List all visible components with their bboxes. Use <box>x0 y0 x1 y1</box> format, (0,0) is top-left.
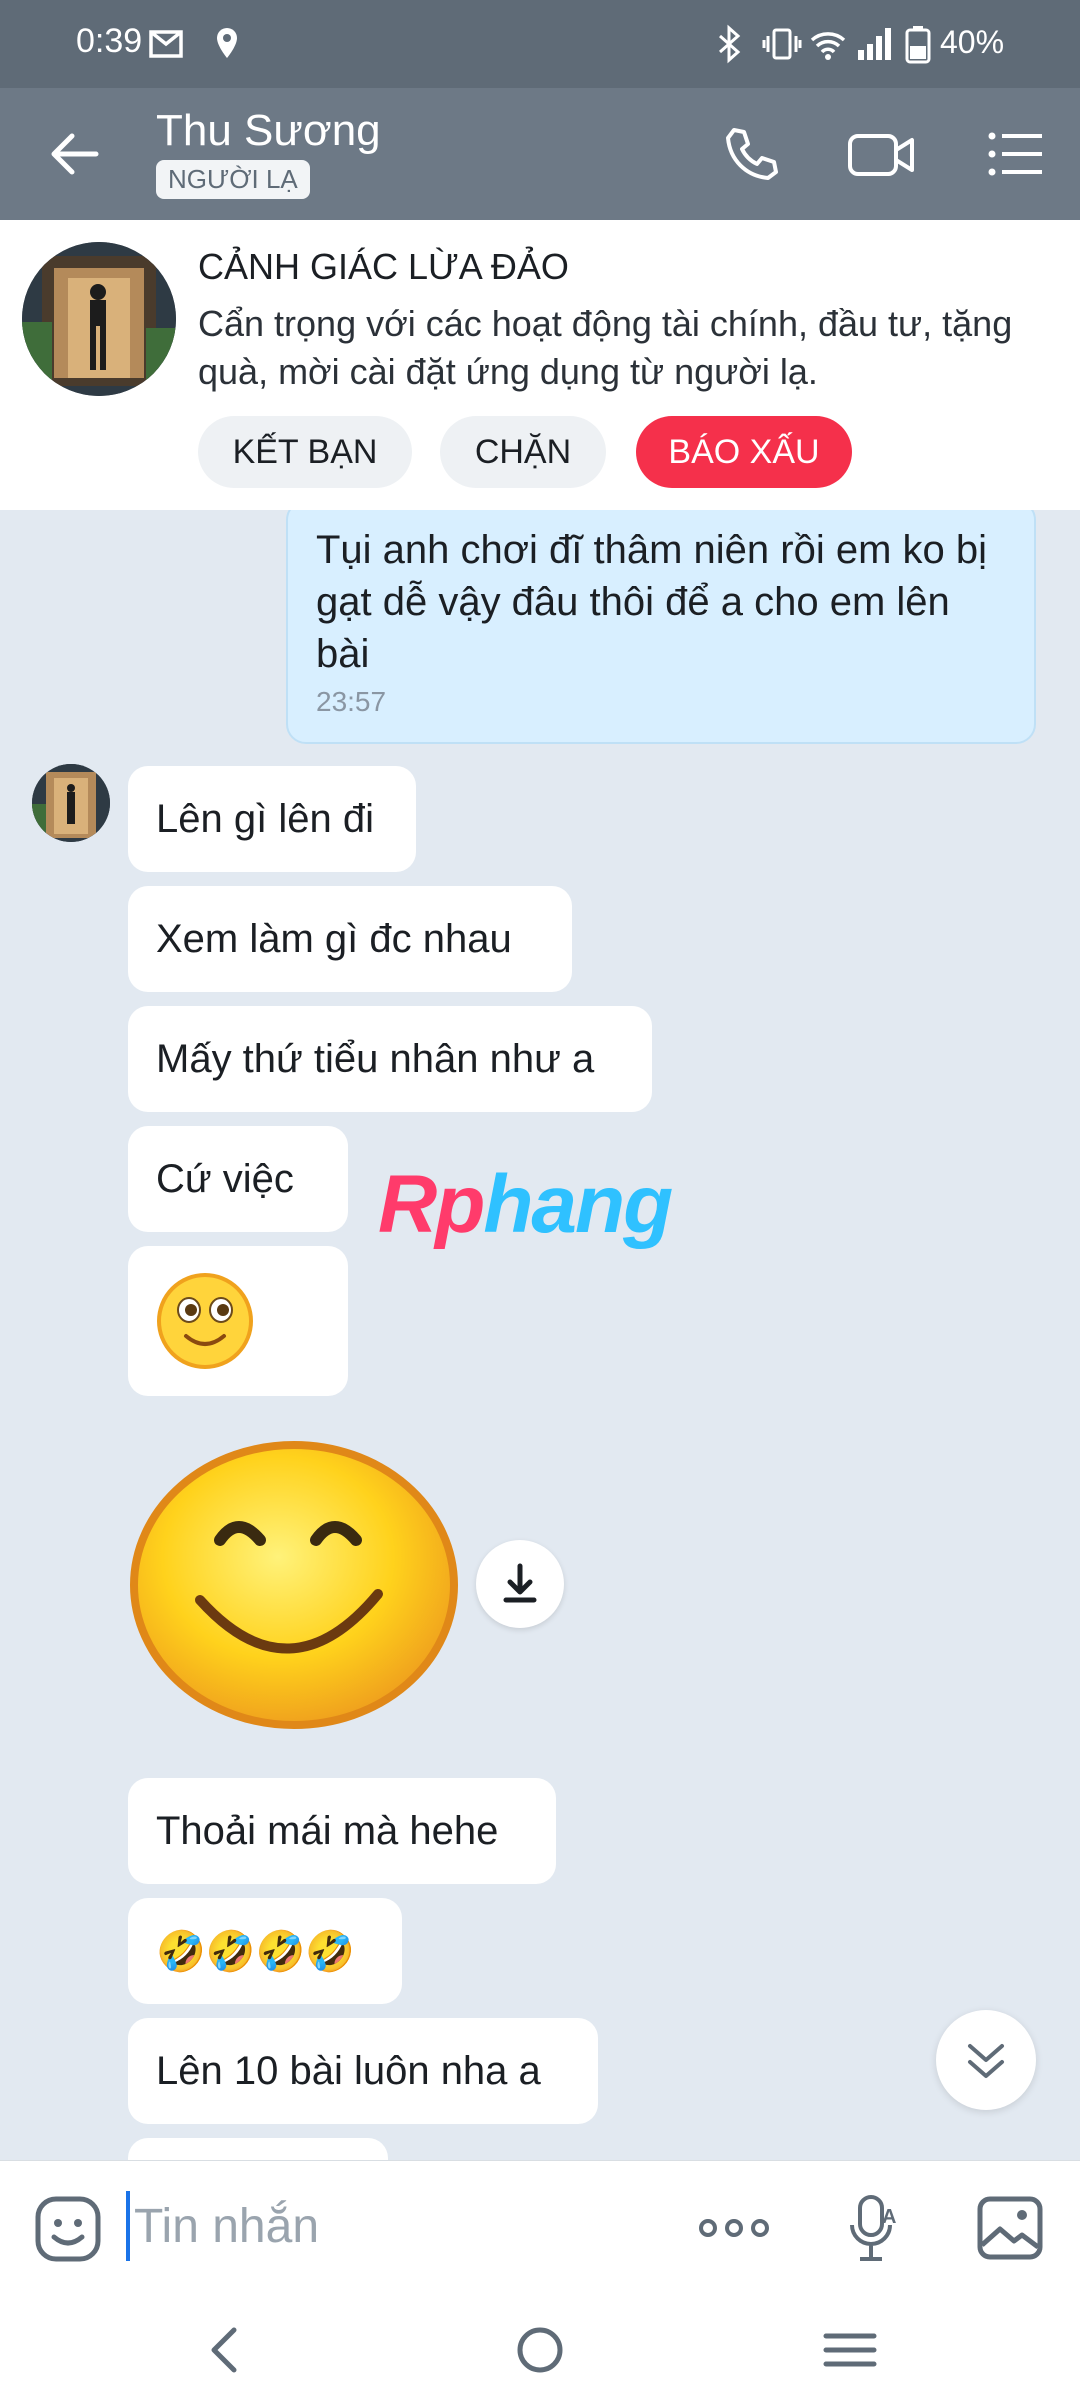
warning-description: Cẩn trọng với các hoạt động tài chính, đ… <box>198 303 1013 392</box>
emoji-message[interactable] <box>128 1246 348 1396</box>
add-friend-button[interactable]: KẾT BẠN <box>198 416 412 488</box>
incoming-message[interactable]: Lên 10 bài luôn nha a <box>128 2018 598 2124</box>
watermark-logo: Rphang <box>378 1158 673 1252</box>
vibrate-icon <box>762 28 802 60</box>
warning-title: CẢNH GIÁC LỪA ĐẢO <box>198 246 569 287</box>
sticker-emoji-icon[interactable] <box>34 2195 102 2263</box>
incoming-message[interactable]: Mấy thứ tiểu nhân như a <box>128 1006 652 1112</box>
bluetooth-icon <box>719 24 741 64</box>
video-call-icon[interactable] <box>846 122 918 186</box>
status-bar: 0:39 40% <box>0 0 1080 88</box>
double-chevron-down-icon <box>968 2044 1004 2078</box>
incoming-message[interactable]: Cứ việc <box>128 1126 348 1232</box>
incoming-message[interactable]: 🤣🤣🤣🤣 <box>128 1898 402 2004</box>
scam-warning-card: CẢNH GIÁC LỪA ĐẢO Cẩn trọng với các hoạt… <box>0 220 1080 510</box>
smiling-emoji-icon <box>157 1273 253 1369</box>
nav-back-icon[interactable] <box>196 2320 256 2380</box>
message-input-bar: A <box>0 2160 1080 2290</box>
download-icon <box>503 1563 537 1603</box>
download-button[interactable] <box>476 1540 564 1628</box>
gmail-icon <box>149 30 183 58</box>
watermark-part2: hang <box>483 1159 673 1250</box>
message-timestamp: 23:57 <box>316 686 387 717</box>
back-arrow-icon[interactable] <box>44 122 108 186</box>
watermark-part1: Rp <box>378 1159 485 1250</box>
chat-header: Thu Sương NGƯỜI LẠ <box>0 88 1080 220</box>
signal-icon <box>858 28 891 60</box>
more-options-icon[interactable] <box>696 2193 772 2263</box>
nav-home-icon[interactable] <box>510 2320 570 2380</box>
voice-to-text-icon[interactable]: A <box>846 2193 902 2263</box>
system-navigation-bar <box>0 2290 1080 2408</box>
scroll-to-bottom-button[interactable] <box>936 2010 1036 2110</box>
message-list[interactable]: Tụi anh chơi đĩ thâm niên rồi em ko bị g… <box>0 510 1080 2160</box>
contact-avatar[interactable] <box>22 242 176 396</box>
wifi-icon <box>810 32 846 60</box>
status-time: 0:39 <box>76 22 143 60</box>
incoming-message-partial[interactable] <box>128 2138 388 2160</box>
message-text: Tụi anh chơi đĩ thâm niên rồi em ko bị g… <box>316 528 987 676</box>
nav-recents-icon[interactable] <box>820 2320 880 2380</box>
stranger-badge: NGƯỜI LẠ <box>156 160 310 199</box>
block-button[interactable]: CHẶN <box>440 416 606 488</box>
location-icon <box>217 28 237 58</box>
incoming-message[interactable]: Thoải mái mà hehe <box>128 1778 556 1884</box>
report-button[interactable]: BÁO XẤU <box>636 416 852 488</box>
menu-list-icon[interactable] <box>984 122 1048 186</box>
incoming-message[interactable]: Xem làm gì đc nhau <box>128 886 572 992</box>
battery-icon <box>905 26 931 64</box>
sender-avatar[interactable] <box>32 764 110 842</box>
large-smiley-sticker[interactable] <box>128 1432 464 1738</box>
incoming-message[interactable]: Lên gì lên đi <box>128 766 416 872</box>
image-gallery-icon[interactable] <box>976 2193 1044 2263</box>
battery-level: 40% <box>940 24 1005 60</box>
svg-text:A: A <box>882 2206 896 2228</box>
phone-icon[interactable] <box>720 122 784 186</box>
message-input[interactable] <box>126 2191 646 2261</box>
contact-name[interactable]: Thu Sương <box>156 106 381 156</box>
outgoing-message[interactable]: Tụi anh chơi đĩ thâm niên rồi em ko bị g… <box>286 510 1036 744</box>
